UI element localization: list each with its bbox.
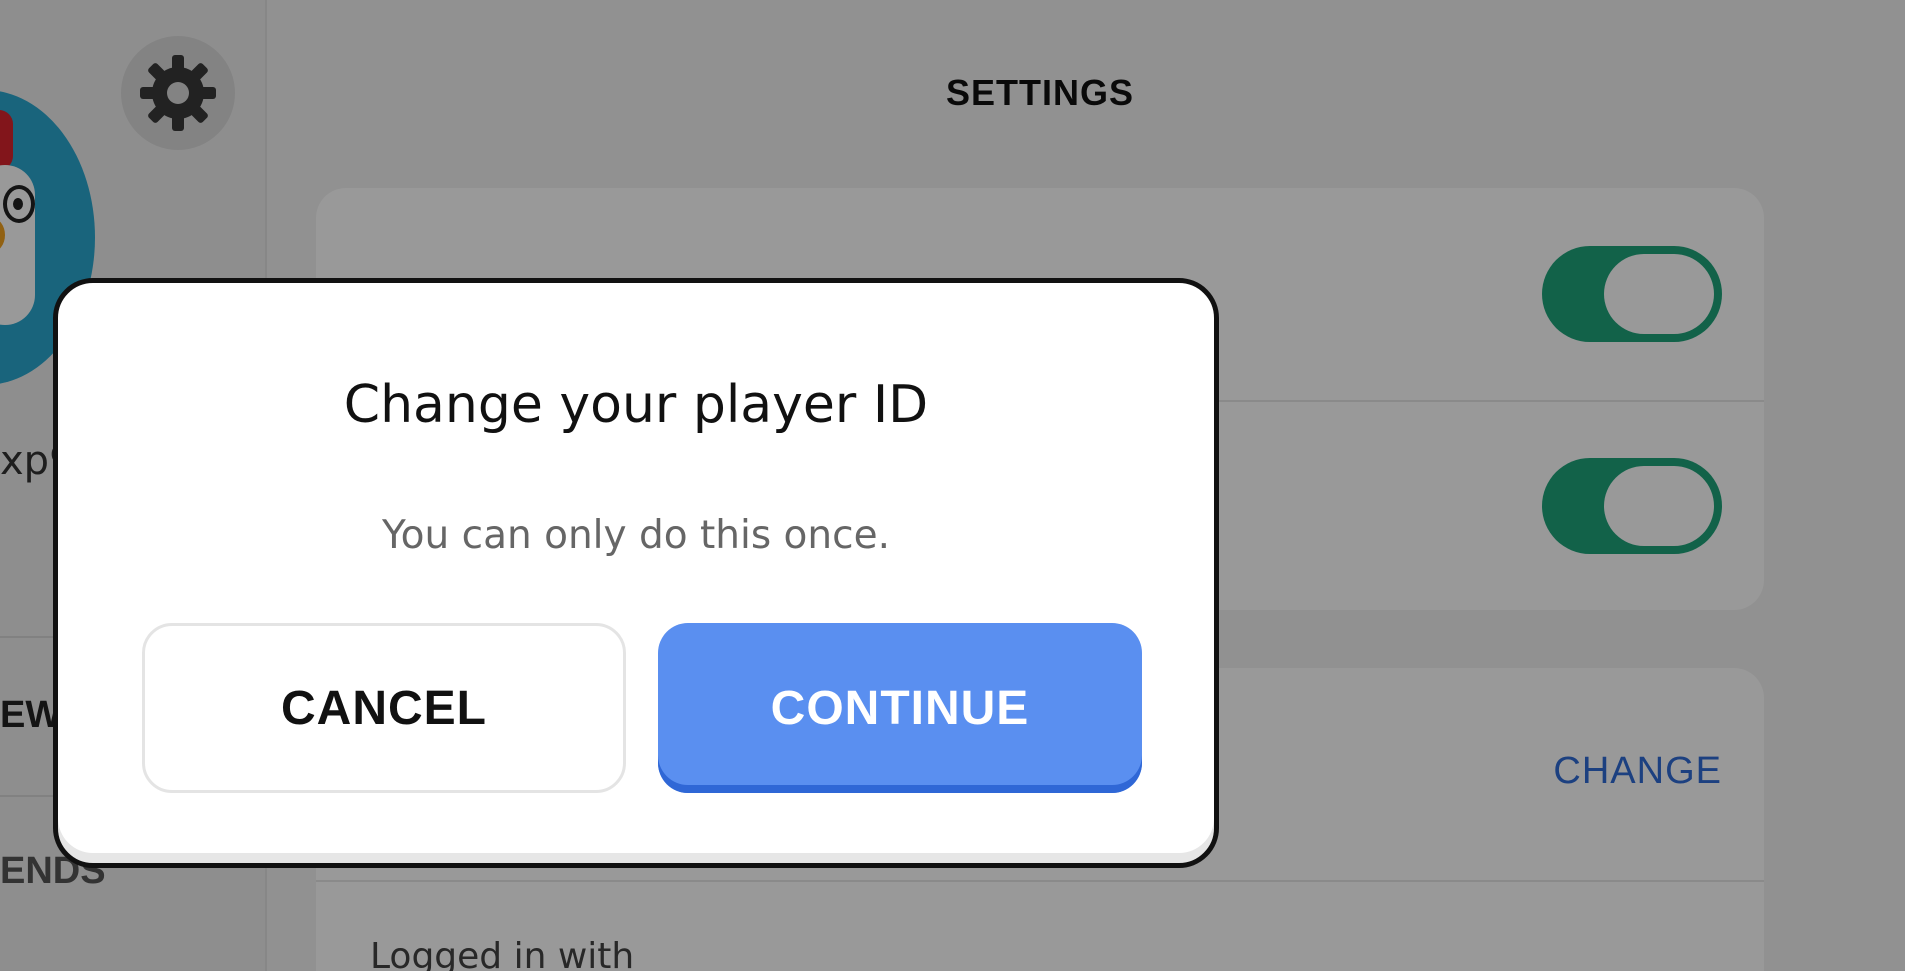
screen: xp9 EW ENDS SETTINGS CHANGE Logged in wi… xyxy=(0,0,1905,971)
change-player-id-dialog: Change your player ID You can only do th… xyxy=(53,278,1219,868)
dialog-message: You can only do this once. xyxy=(382,513,890,558)
cancel-button[interactable]: CANCEL xyxy=(142,623,626,793)
continue-button[interactable]: CONTINUE xyxy=(658,623,1142,793)
dialog-title: Change your player ID xyxy=(343,375,929,435)
